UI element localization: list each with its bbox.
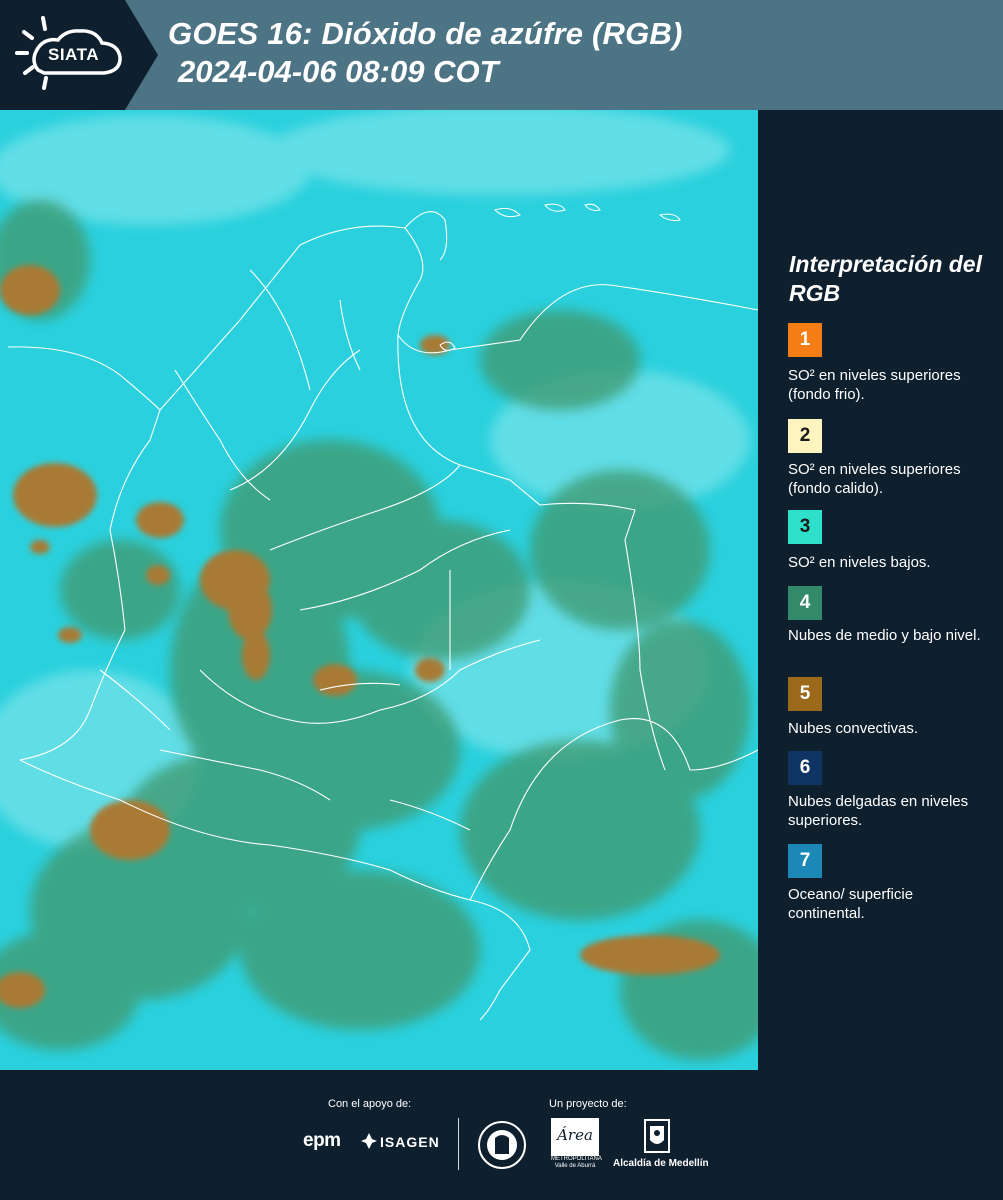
rgb-legend-panel: Interpretación del RGB 1 SO² en niveles … [760, 110, 1003, 1068]
legend-swatch-3: 3 [788, 510, 822, 544]
medellin-coat-of-arms-icon [644, 1119, 670, 1153]
legend-swatch-5: 5 [788, 677, 822, 711]
satellite-rgb-map[interactable] [0, 110, 758, 1070]
legend-number-1: 1 [799, 329, 811, 350]
legend-swatch-6: 6 [788, 751, 822, 785]
footer-divider [458, 1118, 459, 1170]
alcaldia-logo-text: Alcaldía de Medellín [613, 1158, 709, 1169]
legend-swatch-7: 7 [788, 844, 822, 878]
siata-logo-text: SIATA [48, 45, 99, 64]
legend-swatch-2: 2 [788, 419, 822, 453]
legend-number-5: 5 [799, 683, 811, 704]
legend-label-3: SO² en niveles bajos. [788, 554, 931, 571]
legend-label-2: SO² en niveles superiores (fondo calido)… [788, 461, 961, 497]
legend-number-7: 7 [799, 850, 811, 871]
legend-title: Interpretación del RGB [789, 251, 982, 306]
valle-line: Valle de Aburrá [554, 1163, 596, 1169]
header-bar: SIATA GOES 16: Dióxido de azúfre (RGB) 2… [0, 0, 1003, 110]
page-timestamp: 2024-04-06 08:09 COT [178, 54, 499, 89]
legend-swatch-4: 4 [788, 586, 822, 620]
legend-swatch-1: 1 [788, 323, 822, 357]
project-label: Un proyecto de: [549, 1098, 627, 1110]
metropolitana-line: METROPOLITANA [551, 1156, 602, 1162]
area-metropolitana-logo: Área [551, 1118, 599, 1156]
support-label: Con el apoyo de: [328, 1098, 412, 1110]
legend-number-6: 6 [799, 757, 811, 778]
metropolitana-text: METROPOLITANA Valle de Aburrá [551, 1156, 602, 1170]
footer-bar: Con el apoyo de: Un proyecto de: epm ISA… [0, 1070, 1003, 1200]
legend-number-4: 4 [799, 592, 811, 613]
page-title: GOES 16: Dióxido de azúfre (RGB) [168, 16, 683, 51]
legend-label-7: Oceano/ superficie continental. [788, 886, 914, 922]
medellin-seal-icon [478, 1121, 526, 1169]
area-logo-text: Área [555, 1126, 593, 1144]
legend-label-6: Nubes delgadas en niveles superiores. [788, 793, 969, 829]
isagen-logo: ISAGEN [380, 1134, 440, 1150]
legend-number-2: 2 [799, 425, 811, 446]
legend-label-4: Nubes de medio y bajo nivel. [788, 627, 981, 644]
legend-label-1: SO² en niveles superiores (fondo frio). [788, 367, 961, 403]
legend-number-3: 3 [799, 516, 811, 537]
legend-label-5: Nubes convectivas. [788, 720, 919, 737]
isagen-icon [361, 1133, 377, 1149]
epm-logo: epm [303, 1130, 341, 1151]
